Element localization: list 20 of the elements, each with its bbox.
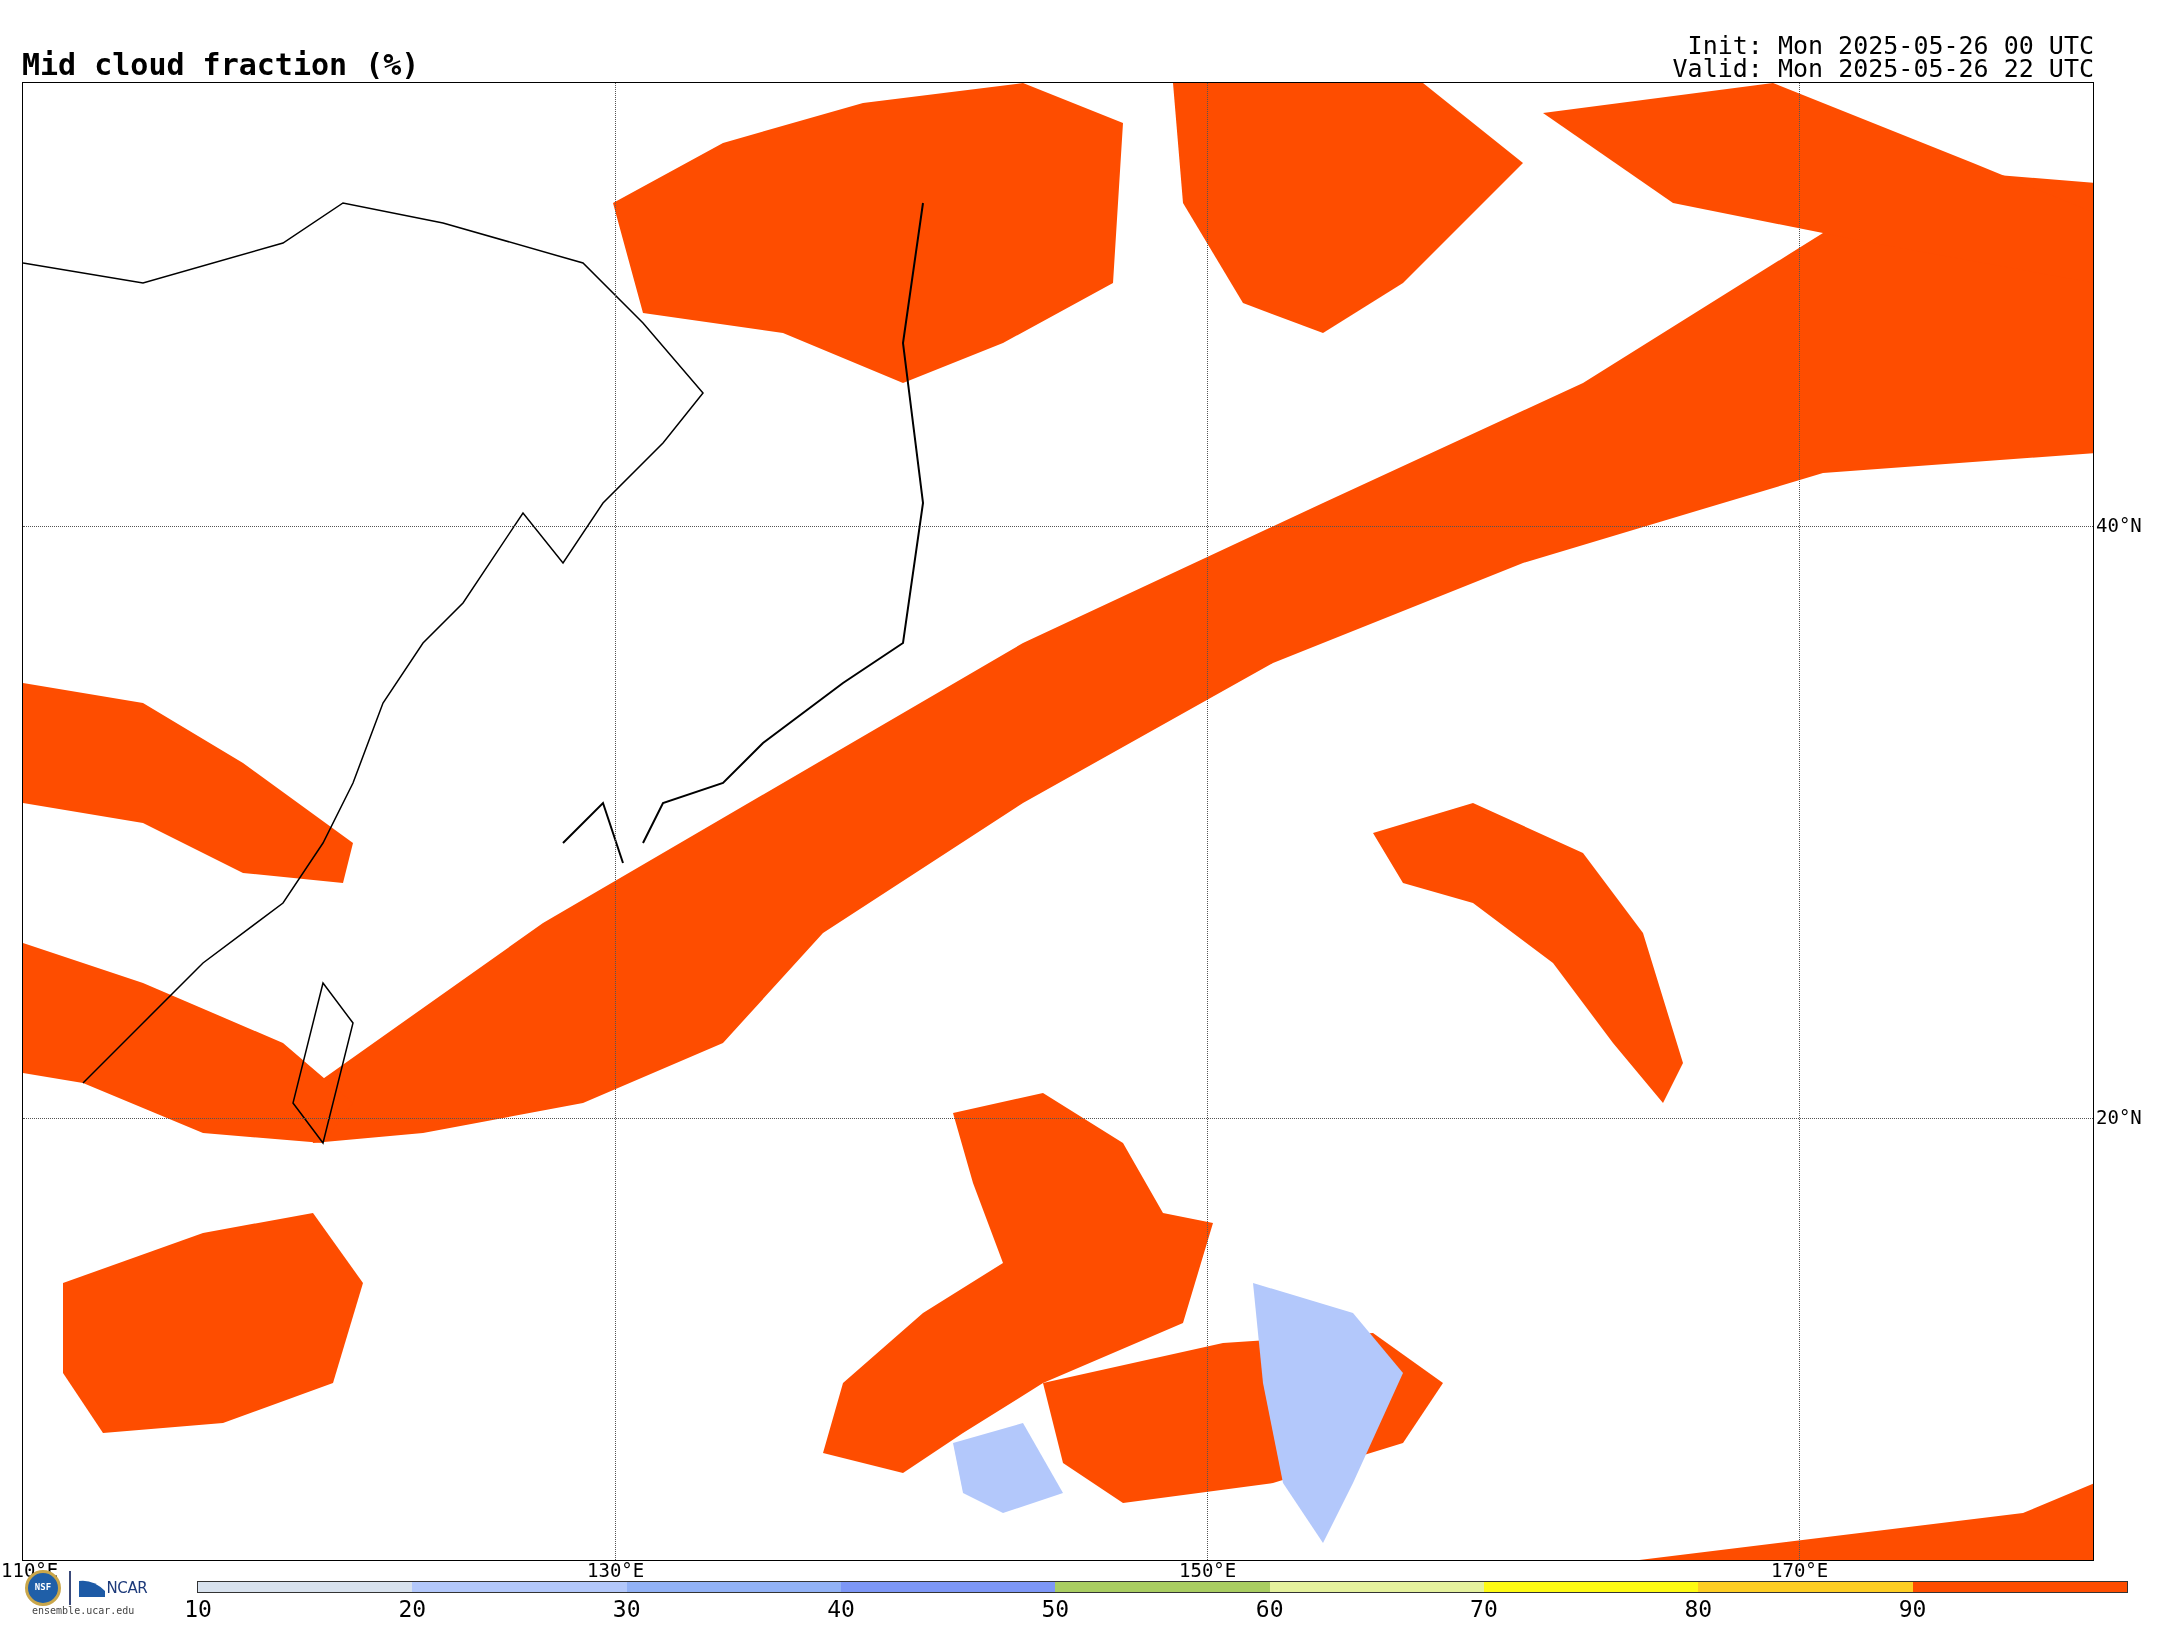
valid-time: Valid: Mon 2025-05-26 22 UTC bbox=[1672, 57, 2094, 80]
colorbar-tick-label: 30 bbox=[612, 1598, 641, 1621]
chart-title: Mid cloud fraction (%) bbox=[21, 50, 420, 82]
colorbar-tick-label: 90 bbox=[1898, 1598, 1927, 1621]
colorbar-tick-label: 50 bbox=[1041, 1598, 1070, 1621]
colorbar-tick-label: 70 bbox=[1470, 1598, 1498, 1621]
colorbar-tick-label: 20 bbox=[398, 1598, 427, 1621]
colorbar-tick-label: 60 bbox=[1255, 1598, 1284, 1621]
colorbar-tick-label: 40 bbox=[827, 1598, 855, 1621]
colorbar-tick-label: 80 bbox=[1684, 1598, 1713, 1621]
latitude-label: 40°N bbox=[2096, 516, 2142, 535]
init-time: Init: Mon 2025-05-26 00 UTC bbox=[1687, 34, 2094, 57]
longitude-label: 170°E bbox=[1771, 1561, 1829, 1580]
ncar-logo-text: NCAR bbox=[106, 1577, 148, 1599]
website-url: ensemble.ucar.edu bbox=[32, 1606, 135, 1616]
longitude-label: 150°E bbox=[1179, 1561, 1237, 1580]
ncar-swoosh-icon bbox=[78, 1579, 105, 1597]
longitude-label: 130°E bbox=[587, 1561, 645, 1580]
colorbar-tick-label: 10 bbox=[184, 1598, 212, 1621]
latitude-label: 20°N bbox=[2096, 1108, 2142, 1127]
